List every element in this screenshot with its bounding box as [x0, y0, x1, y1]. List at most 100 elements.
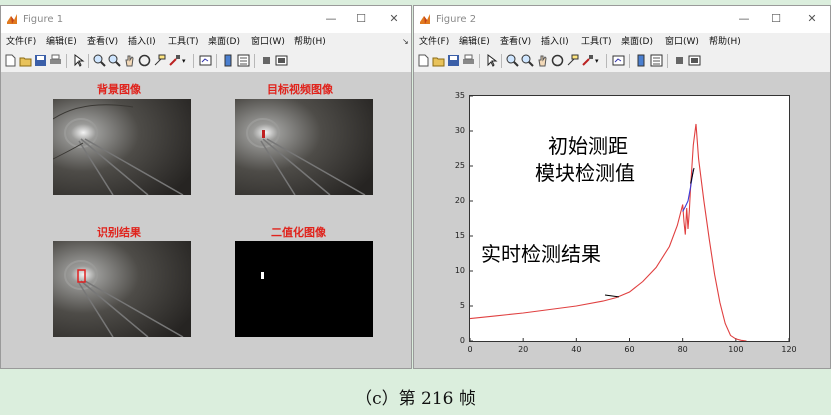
x-tick-label: 40	[571, 345, 582, 354]
x-tick-label: 120	[781, 345, 797, 354]
rotate-icon[interactable]	[138, 54, 151, 67]
y-tick-label: 20	[454, 196, 465, 205]
toolbar-separator	[667, 54, 668, 68]
y-tick-label: 0	[459, 336, 465, 345]
pointer-icon[interactable]	[72, 54, 85, 67]
minimize-button[interactable]: —	[316, 10, 346, 28]
zoom-out-icon[interactable]	[521, 54, 534, 67]
pointer-icon[interactable]	[485, 54, 498, 67]
y-tick-label: 15	[454, 231, 465, 240]
close-button[interactable]: ✕	[797, 10, 827, 28]
menu-file[interactable]: 文件(F)	[6, 36, 36, 48]
save-icon[interactable]	[34, 54, 47, 67]
figure1-menubar: 文件(F) 编辑(E) 查看(V) 插入(I) 工具(T) 桌面(D) 窗口(W…	[1, 33, 411, 51]
menu-help[interactable]: 帮助(H)	[294, 36, 326, 48]
y-tick-label: 5	[459, 301, 465, 310]
menu-help[interactable]: 帮助(H)	[709, 36, 741, 48]
brush-dropdown-icon[interactable]: ▾	[595, 55, 599, 67]
pan-icon[interactable]	[536, 54, 549, 67]
link-plot-icon[interactable]	[612, 54, 625, 67]
toolbar-separator	[66, 54, 67, 68]
realtime-result-label: 实时检测结果	[481, 242, 601, 266]
menu-edit[interactable]: 编辑(E)	[459, 36, 490, 48]
menu-view[interactable]: 查看(V)	[87, 36, 118, 48]
distance-plot-axes[interactable]	[469, 95, 790, 342]
x-tick-label: 60	[624, 345, 635, 354]
toolbar-separator	[216, 54, 217, 68]
open-file-icon[interactable]	[432, 54, 445, 67]
figure1-canvas: 背景图像 目标视频图像 识别结果 二值化图像	[1, 72, 411, 368]
legend-icon[interactable]	[237, 54, 250, 67]
close-button[interactable]: ✕	[379, 10, 409, 28]
x-tick-label: 20	[518, 345, 529, 354]
x-tick-label: 0	[467, 345, 473, 354]
x-tick-label: 100	[728, 345, 744, 354]
legend-icon[interactable]	[650, 54, 663, 67]
colorbar-icon[interactable]	[222, 54, 235, 67]
minimize-button[interactable]: —	[729, 10, 759, 28]
zoom-in-icon[interactable]	[506, 54, 519, 67]
pan-icon[interactable]	[123, 54, 136, 67]
hide-plot-tools-icon[interactable]	[260, 54, 273, 67]
menu-tools[interactable]: 工具(T)	[581, 36, 612, 48]
zoom-in-icon[interactable]	[93, 54, 106, 67]
figure1-toolbar: ▾	[1, 51, 411, 73]
menu-overflow-icon[interactable]: ↘	[402, 37, 409, 46]
distance-plot	[469, 95, 790, 342]
brush-dropdown-icon[interactable]: ▾	[182, 55, 186, 67]
colorbar-icon[interactable]	[635, 54, 648, 67]
rotate-icon[interactable]	[551, 54, 564, 67]
new-figure-icon[interactable]	[4, 54, 17, 67]
menu-edit[interactable]: 编辑(E)	[46, 36, 77, 48]
hide-plot-tools-icon[interactable]	[673, 54, 686, 67]
recognition-result-image	[53, 241, 191, 337]
binary-image	[235, 241, 373, 337]
print-icon[interactable]	[462, 54, 475, 67]
data-cursor-icon[interactable]	[153, 54, 166, 67]
figure2-titlebar[interactable]: Figure 2 — ☐ ✕	[414, 6, 830, 33]
menu-window[interactable]: 窗口(W)	[251, 36, 285, 48]
figure1-title: Figure 1	[23, 14, 64, 25]
target-image-title: 目标视频图像	[267, 83, 333, 96]
target-video-image	[235, 99, 373, 195]
zoom-out-icon[interactable]	[108, 54, 121, 67]
result-image-title: 识别结果	[97, 226, 141, 239]
menu-insert[interactable]: 插入(I)	[541, 36, 569, 48]
y-tick-label: 10	[454, 266, 465, 275]
toolbar-separator	[193, 54, 194, 68]
toolbar-separator	[501, 54, 502, 68]
brush-icon[interactable]	[168, 54, 181, 67]
toolbar-separator	[479, 54, 480, 68]
background-image-title: 背景图像	[97, 83, 141, 96]
toolbar-separator	[88, 54, 89, 68]
realtime-result-leader-line	[604, 294, 619, 298]
show-plot-tools-icon[interactable]	[275, 54, 288, 67]
figure2-title: Figure 2	[436, 14, 477, 25]
toolbar-separator	[629, 54, 630, 68]
maximize-button[interactable]: ☐	[346, 10, 376, 28]
show-plot-tools-icon[interactable]	[688, 54, 701, 67]
initial-module-label-line1: 初始测距	[548, 134, 628, 158]
save-icon[interactable]	[447, 54, 460, 67]
y-tick-label: 30	[454, 126, 465, 135]
maximize-button[interactable]: ☐	[761, 10, 791, 28]
binary-image-title: 二值化图像	[271, 226, 326, 239]
menu-view[interactable]: 查看(V)	[500, 36, 531, 48]
figure1-window: Figure 1 — ☐ ✕ 文件(F) 编辑(E) 查看(V) 插入(I) 工…	[0, 5, 412, 369]
data-cursor-icon[interactable]	[566, 54, 579, 67]
x-tick-label: 80	[677, 345, 688, 354]
open-file-icon[interactable]	[19, 54, 32, 67]
menu-desktop[interactable]: 桌面(D)	[621, 36, 653, 48]
menu-insert[interactable]: 插入(I)	[128, 36, 156, 48]
menu-desktop[interactable]: 桌面(D)	[208, 36, 240, 48]
figure1-titlebar[interactable]: Figure 1 — ☐ ✕	[1, 6, 411, 33]
menu-file[interactable]: 文件(F)	[419, 36, 449, 48]
menu-window[interactable]: 窗口(W)	[665, 36, 699, 48]
print-icon[interactable]	[49, 54, 62, 67]
figure-caption: （c）第 216 帧	[355, 389, 476, 409]
matlab-icon	[420, 14, 430, 24]
new-figure-icon[interactable]	[417, 54, 430, 67]
menu-tools[interactable]: 工具(T)	[168, 36, 199, 48]
link-plot-icon[interactable]	[199, 54, 212, 67]
brush-icon[interactable]	[581, 54, 594, 67]
